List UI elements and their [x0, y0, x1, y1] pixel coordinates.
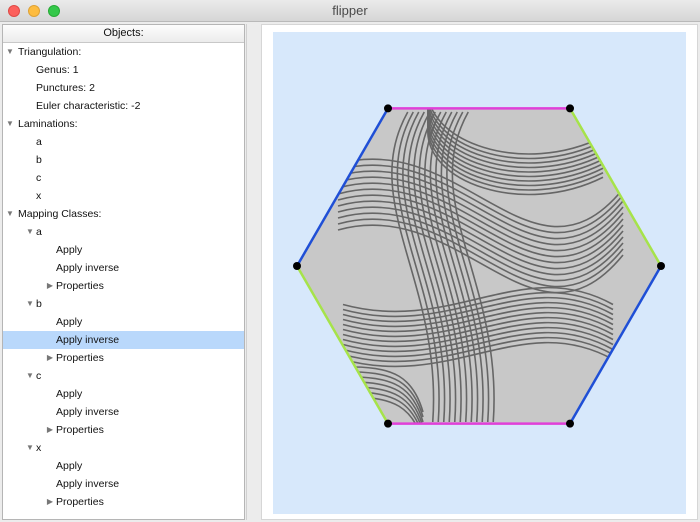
- tree-row-label: Punctures: 2: [36, 82, 95, 94]
- tree-row[interactable]: c: [3, 169, 244, 187]
- tree-row[interactable]: ▶ Properties: [3, 493, 244, 511]
- tree-row-label: Euler characteristic: -2: [36, 100, 141, 112]
- tree-row-label: x: [36, 190, 42, 202]
- objects-header[interactable]: Objects:: [3, 25, 244, 43]
- tree-row[interactable]: ▶ Properties: [3, 277, 244, 295]
- window-title: flipper: [332, 3, 368, 18]
- surface-canvas[interactable]: [273, 32, 686, 514]
- tree-row-label: c: [36, 172, 42, 184]
- tree-row-label: Apply inverse: [56, 334, 120, 346]
- tree-row[interactable]: ▶ Properties: [3, 421, 244, 439]
- disclosure-collapsed-icon[interactable]: ▶: [45, 349, 55, 367]
- tree-row-label: x: [36, 442, 42, 454]
- tree-row-label: b: [36, 298, 42, 310]
- tree-row[interactable]: Apply: [3, 457, 244, 475]
- disclosure-expanded-icon[interactable]: ▼: [5, 115, 15, 133]
- disclosure-expanded-icon[interactable]: ▼: [25, 223, 35, 241]
- drawing-area: [261, 24, 698, 520]
- vertex-point[interactable]: [293, 262, 301, 270]
- vertex-point[interactable]: [657, 262, 665, 270]
- tree-row[interactable]: Apply inverse: [3, 331, 244, 349]
- tree-row[interactable]: ▶ Properties: [3, 349, 244, 367]
- tree-row[interactable]: ▼ x: [3, 439, 244, 457]
- tree-row-label: Laminations:: [18, 118, 78, 130]
- disclosure-expanded-icon[interactable]: ▼: [25, 439, 35, 457]
- title-bar: flipper: [0, 0, 700, 22]
- objects-panel: Objects: ▼ Triangulation: Genus: 1 Puncture…: [2, 24, 245, 520]
- tree-row-label: c: [36, 370, 42, 382]
- tree-row[interactable]: ▼ b: [3, 295, 244, 313]
- tree-row-label: Properties: [56, 352, 104, 364]
- disclosure-expanded-icon[interactable]: ▼: [25, 295, 35, 313]
- tree-row[interactable]: Apply: [3, 313, 244, 331]
- tree-row-label: b: [36, 154, 42, 166]
- tree-row-label: Apply: [56, 388, 83, 400]
- disclosure-collapsed-icon[interactable]: ▶: [45, 493, 55, 511]
- tree-row[interactable]: a: [3, 133, 244, 151]
- tree-row[interactable]: Punctures: 2: [3, 79, 244, 97]
- tree-row-label: Apply: [56, 244, 83, 256]
- tree-row-label: Apply inverse: [56, 406, 120, 418]
- panel-splitter[interactable]: [246, 24, 260, 520]
- tree-row-label: Apply: [56, 316, 83, 328]
- tree-row[interactable]: ▼ Triangulation:: [3, 43, 244, 61]
- tree-row-label: a: [36, 136, 42, 148]
- vertex-point[interactable]: [384, 104, 392, 113]
- tree-row[interactable]: Apply: [3, 385, 244, 403]
- tree-row-label: Apply: [56, 460, 83, 472]
- tree-row[interactable]: Apply: [3, 241, 244, 259]
- tree-row[interactable]: Apply inverse: [3, 475, 244, 493]
- tree-row[interactable]: Apply inverse: [3, 403, 244, 421]
- disclosure-expanded-icon[interactable]: ▼: [25, 367, 35, 385]
- tree-row-label: Properties: [56, 424, 104, 436]
- tree-row[interactable]: Genus: 1: [3, 61, 244, 79]
- disclosure-collapsed-icon[interactable]: ▶: [45, 277, 55, 295]
- tree-row-label: Properties: [56, 280, 104, 292]
- disclosure-expanded-icon[interactable]: ▼: [5, 205, 15, 223]
- objects-tree: ▼ Triangulation: Genus: 1 Punctures: 2 Euler…: [3, 43, 244, 511]
- tree-row-label: Apply inverse: [56, 478, 120, 490]
- disclosure-expanded-icon[interactable]: ▼: [5, 43, 15, 61]
- tree-row[interactable]: Euler characteristic: -2: [3, 97, 244, 115]
- disclosure-collapsed-icon[interactable]: ▶: [45, 421, 55, 439]
- vertex-point[interactable]: [384, 419, 392, 428]
- tree-row-label: a: [36, 226, 42, 238]
- tree-row[interactable]: ▼ c: [3, 367, 244, 385]
- tree-row-label: Apply inverse: [56, 262, 120, 274]
- tree-row[interactable]: b: [3, 151, 244, 169]
- tree-row-label: Genus: 1: [36, 64, 79, 76]
- vertex-point[interactable]: [566, 419, 574, 428]
- tree-row[interactable]: ▼ Mapping Classes:: [3, 205, 244, 223]
- tree-row-label: Mapping Classes:: [18, 208, 102, 220]
- tree-row[interactable]: Apply inverse: [3, 259, 244, 277]
- tree-row[interactable]: ▼ Laminations:: [3, 115, 244, 133]
- tree-row-label: Properties: [56, 496, 104, 508]
- vertex-point[interactable]: [566, 104, 574, 113]
- tree-row-label: Triangulation:: [18, 46, 82, 58]
- tree-row[interactable]: ▼ a: [3, 223, 244, 241]
- tree-row[interactable]: x: [3, 187, 244, 205]
